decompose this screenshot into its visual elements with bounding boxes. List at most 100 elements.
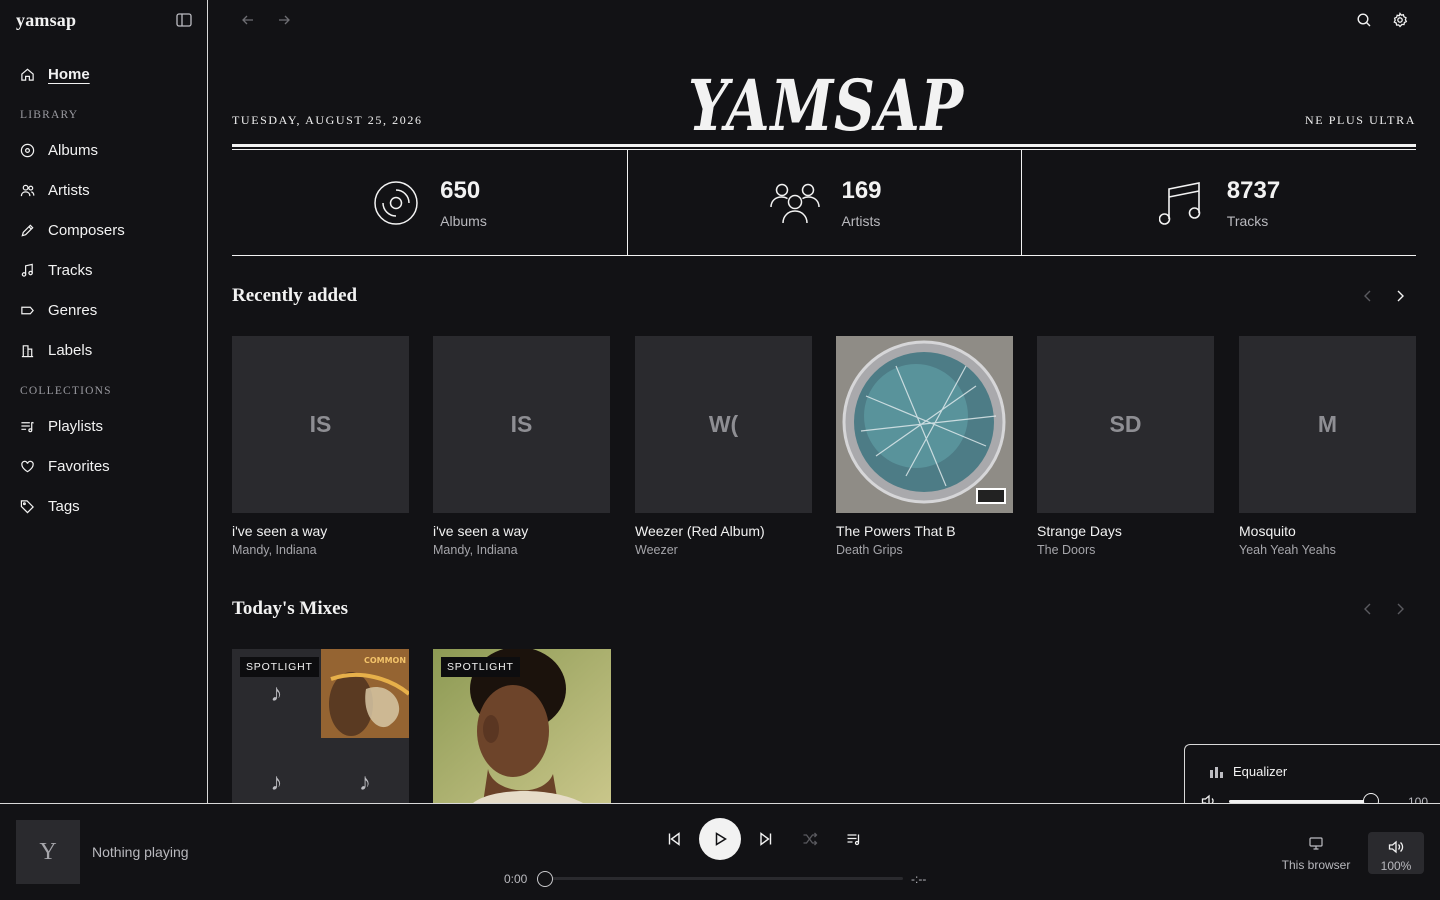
play-icon <box>715 832 727 846</box>
sidebar-item-favorites[interactable]: Favorites <box>20 455 110 477</box>
total-time: -:-- <box>911 872 927 886</box>
chevron-left-icon <box>1364 290 1371 302</box>
sidebar-item-tags[interactable]: Tags <box>20 495 80 517</box>
album-cover: IS <box>433 336 610 513</box>
stat-tracks[interactable]: 8737 Tracks <box>1022 150 1417 255</box>
spotlight-badge: SPOTLIGHT <box>240 657 319 677</box>
vinyl-icon <box>374 180 418 225</box>
disc-icon <box>20 143 35 158</box>
volume-button[interactable]: 100% <box>1368 832 1424 874</box>
seek-bar[interactable] <box>545 877 903 880</box>
recently-added-next-button[interactable] <box>1390 286 1410 306</box>
sidebar-item-labels[interactable]: Labels <box>20 339 92 361</box>
album-card[interactable]: IS i've seen a way Mandy, Indiana <box>433 336 610 557</box>
sidebar-item-label: Composers <box>48 221 125 239</box>
arrow-right-icon <box>279 15 290 25</box>
album-card[interactable]: W( Weezer (Red Album) Weezer <box>635 336 812 557</box>
now-playing-text: Nothing playing <box>92 844 189 860</box>
album-artist[interactable]: Death Grips <box>836 543 1013 557</box>
album-cover-art <box>836 336 1013 513</box>
stat-label: Albums <box>440 212 487 229</box>
sidebar-item-home[interactable]: Home <box>20 63 90 85</box>
next-button[interactable] <box>754 827 778 851</box>
building-icon <box>20 343 35 358</box>
library-section-label: LIBRARY <box>20 109 79 121</box>
forward-button[interactable] <box>274 10 294 30</box>
mix-card[interactable]: ♪ COMMON ♪ ♪ SPOTLIGHT <box>232 649 409 803</box>
masthead-rule <box>232 144 1416 147</box>
sidebar-item-composers[interactable]: Composers <box>20 219 125 241</box>
search-button[interactable] <box>1354 10 1374 30</box>
album-card[interactable]: The Powers That B Death Grips <box>836 336 1013 557</box>
sidebar-item-playlists[interactable]: Playlists <box>20 415 103 437</box>
sidebar-item-albums[interactable]: Albums <box>20 139 98 161</box>
mixes-prev-button[interactable] <box>1358 599 1378 619</box>
sidebar-item-label: Albums <box>48 141 99 159</box>
logo-text: YAMSAP <box>688 66 965 146</box>
album-artist[interactable]: The Doors <box>1037 543 1214 557</box>
tag-icon <box>20 499 35 514</box>
masthead-rule <box>232 255 1416 256</box>
sidebar-item-label: Playlists <box>48 417 104 435</box>
shuffle-button[interactable] <box>798 827 822 851</box>
stat-albums[interactable]: 650 Albums <box>232 150 627 255</box>
device-button[interactable]: This browser <box>1276 834 1356 874</box>
album-title: i've seen a way <box>433 523 529 539</box>
sidebar-item-artists[interactable]: Artists <box>20 179 90 201</box>
equalizer-button[interactable]: Equalizer <box>1233 764 1287 779</box>
mix-album-art: COMMON <box>321 649 409 738</box>
chevron-right-icon <box>1397 290 1404 302</box>
mix-card[interactable]: SPOTLIGHT <box>433 649 611 803</box>
skip-forward-icon <box>760 832 772 846</box>
album-artist[interactable]: Mandy, Indiana <box>433 543 610 557</box>
album-card[interactable]: SD Strange Days The Doors <box>1037 336 1214 557</box>
shuffle-icon <box>803 832 818 846</box>
arrow-left-icon <box>242 15 253 25</box>
volume-label: 100% <box>1380 859 1412 873</box>
player-bar: Y Nothing playing 0:00 -:-- This browser… <box>0 803 1440 900</box>
album-artist[interactable]: Weezer <box>635 543 812 557</box>
music-note-icon: ♪ <box>321 738 409 803</box>
app-brand[interactable]: yamsap <box>16 10 76 31</box>
recently-added-title: Recently added <box>232 285 358 306</box>
album-artist[interactable]: Mandy, Indiana <box>232 543 409 557</box>
stat-label: Artists <box>841 212 881 229</box>
seek-handle[interactable] <box>537 871 553 887</box>
play-button[interactable] <box>699 818 741 860</box>
sidebar-item-label: Artists <box>48 181 90 199</box>
masthead-date: TUESDAY, AUGUST 25, 2026 <box>232 113 423 127</box>
label-tag-icon <box>20 303 35 318</box>
previous-button[interactable] <box>662 827 686 851</box>
elapsed-time: 0:00 <box>504 872 528 886</box>
skip-back-icon <box>668 832 680 846</box>
queue-button[interactable] <box>842 827 866 851</box>
stat-artists[interactable]: 169 Artists <box>628 150 1023 255</box>
now-playing-art: Y <box>16 820 80 884</box>
sidebar: yamsap Home LIBRARY Albums Artists Compo… <box>0 0 208 803</box>
album-cover: SD <box>1037 336 1214 513</box>
mixes-next-button[interactable] <box>1390 599 1410 619</box>
album-card[interactable]: IS i've seen a way Mandy, Indiana <box>232 336 409 557</box>
sidebar-item-tracks[interactable]: Tracks <box>20 259 92 281</box>
people-icon <box>770 183 821 223</box>
chevron-right-icon <box>1397 603 1404 615</box>
sidebar-item-label: Home <box>48 65 90 83</box>
sidebar-item-label: Labels <box>48 341 93 359</box>
equalizer-icon <box>1210 766 1224 778</box>
sidebar-toggle-icon[interactable] <box>176 13 192 27</box>
back-button[interactable] <box>238 10 258 30</box>
chevron-left-icon <box>1364 603 1371 615</box>
search-icon <box>1357 13 1371 27</box>
album-cover: M <box>1239 336 1416 513</box>
album-card[interactable]: M Mosquito Yeah Yeah Yeahs <box>1239 336 1416 557</box>
playlist-icon <box>20 419 35 434</box>
heart-icon <box>20 459 35 474</box>
settings-button[interactable] <box>1390 10 1410 30</box>
masthead-motto: NE PLUS ULTRA <box>1304 113 1416 127</box>
collections-section-label: COLLECTIONS <box>20 385 112 397</box>
sidebar-item-label: Favorites <box>48 457 110 475</box>
album-artist[interactable]: Yeah Yeah Yeahs <box>1239 543 1416 557</box>
recently-added-prev-button[interactable] <box>1358 286 1378 306</box>
users-icon <box>20 183 35 198</box>
sidebar-item-genres[interactable]: Genres <box>20 299 97 321</box>
